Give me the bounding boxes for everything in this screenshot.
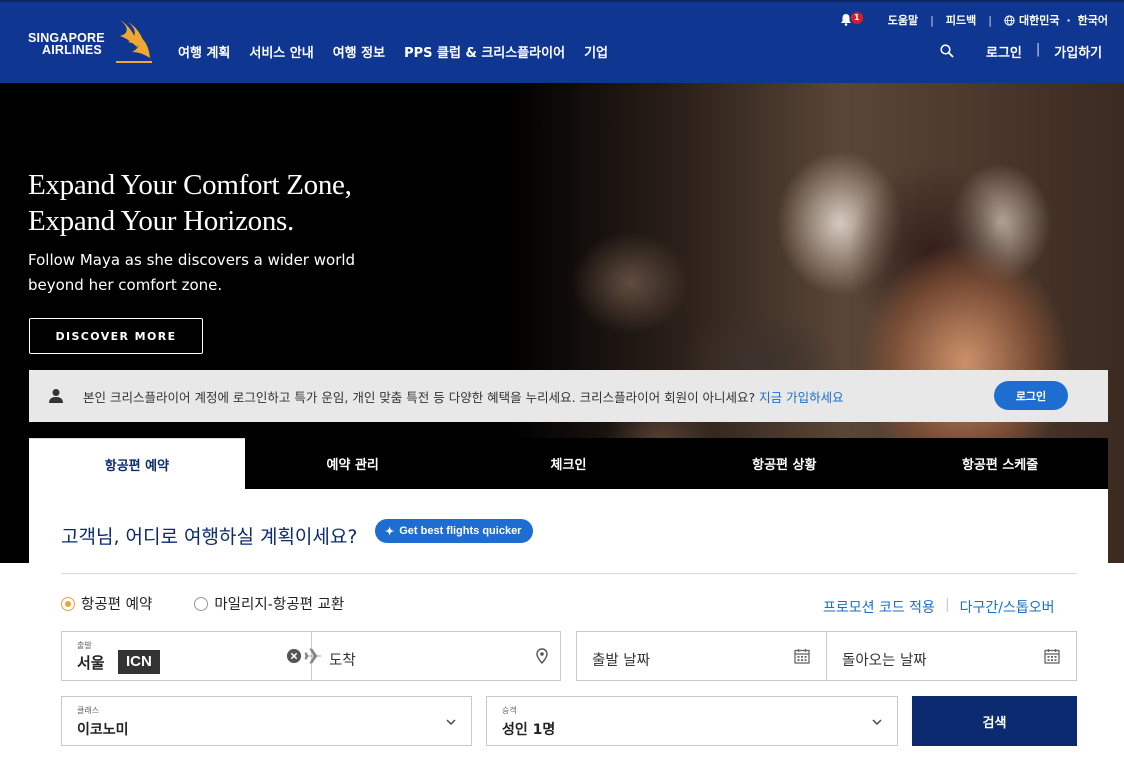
hero-title: Expand Your Comfort Zone, Expand Your Ho… xyxy=(28,167,448,239)
help-link[interactable]: 도움말 xyxy=(888,12,918,28)
destination-placeholder: 도착 xyxy=(329,653,356,669)
hero-subtitle-line1: Follow Maya as she discovers a wider wor… xyxy=(28,251,356,269)
booking-links: 프로모션 코드 적용 | 다구간/스톱오버 xyxy=(823,597,1055,617)
region-selector[interactable]: 대한민국 xyxy=(1019,12,1059,28)
nav-services[interactable]: 서비스 안내 xyxy=(249,42,313,61)
nav-travel-info[interactable]: 여행 정보 xyxy=(333,42,385,61)
user-icon xyxy=(49,389,63,403)
origin-airport-code: ICN xyxy=(118,650,160,674)
links-divider: | xyxy=(944,597,950,613)
chevron-down-icon xyxy=(872,719,882,725)
search-icon[interactable] xyxy=(940,44,954,58)
main-nav: 여행 계획 서비스 안내 여행 정보 PPS 클럽 & 크리스플라이어 기업 xyxy=(178,42,627,61)
booking-panel: 고객님, 어디로 여행하실 계획이세요? ✦ Get best flights … xyxy=(29,489,1108,759)
radio-redeem-miles-label[interactable]: 마일리지-항공편 교환 xyxy=(214,593,344,614)
util-divider: | xyxy=(930,13,934,27)
logo-wordmark: SINGAPORE AIRLINES xyxy=(28,32,105,57)
login-banner-text: 본인 크리스플라이어 계정에 로그인하고 특가 운임, 개인 맞춤 특전 등 다… xyxy=(83,387,844,406)
auth-divider: | xyxy=(1035,42,1041,57)
departure-date-field[interactable]: 출발 날짜 xyxy=(576,631,826,681)
kris-bird-icon xyxy=(116,20,152,63)
clear-origin-icon[interactable] xyxy=(287,649,301,663)
cabin-class-caption: 클래스 xyxy=(77,706,100,715)
region-dot: · xyxy=(1066,13,1071,27)
globe-icon xyxy=(1004,14,1015,26)
signup-now-link[interactable]: 지금 가입하세요 xyxy=(759,390,843,405)
multicity-link[interactable]: 다구간/스톱오버 xyxy=(960,597,1055,617)
logo-line2: AIRLINES xyxy=(42,43,102,57)
discover-more-button[interactable]: DISCOVER MORE xyxy=(29,318,203,354)
return-date-placeholder: 돌아오는 날짜 xyxy=(842,653,927,669)
passengers-value: 성인 1명 xyxy=(502,722,556,738)
chevron-down-icon xyxy=(446,719,456,725)
origin-caption: 출발 xyxy=(77,641,92,650)
site-header: SINGAPORE AIRLINES 여행 계획 서비스 안내 여행 정보 PP… xyxy=(0,0,1124,83)
tab-manage-booking[interactable]: 예약 관리 xyxy=(245,438,461,489)
get-best-flights-button[interactable]: ✦ Get best flights quicker xyxy=(375,519,534,543)
passengers-select[interactable]: 승객 성인 1명 xyxy=(486,696,898,746)
plane-icon xyxy=(304,648,321,664)
return-date-field[interactable]: 돌아오는 날짜 xyxy=(826,631,1077,681)
tab-flight-status[interactable]: 항공편 상황 xyxy=(676,438,892,489)
tab-book-flight[interactable]: 항공편 예약 xyxy=(29,438,245,489)
krisflyer-login-banner: 본인 크리스플라이어 계정에 로그인하고 특가 운임, 개인 맞춤 특전 등 다… xyxy=(29,370,1108,422)
booking-tabs: 항공편 예약 예약 관리 체크인 항공편 상황 항공편 스케줄 xyxy=(29,438,1108,489)
language-selector[interactable]: 한국어 xyxy=(1078,12,1108,28)
singapore-airlines-logo[interactable]: SINGAPORE AIRLINES xyxy=(28,18,158,68)
hero-title-line2: Expand Your Horizons. xyxy=(28,205,294,237)
promo-code-link[interactable]: 프로모션 코드 적용 xyxy=(823,597,935,617)
util-divider: | xyxy=(988,13,992,27)
booking-type-radios: 항공편 예약 마일리지-항공편 교환 xyxy=(61,593,386,614)
origin-field[interactable]: 출발 서울 ICN xyxy=(61,631,311,681)
radio-book-flight[interactable] xyxy=(61,596,75,611)
nav-corporate[interactable]: 기업 xyxy=(584,42,608,61)
radio-redeem-miles[interactable] xyxy=(194,596,209,611)
passengers-caption: 승객 xyxy=(502,706,517,715)
hero-subtitle: Follow Maya as she discovers a wider wor… xyxy=(28,248,408,298)
notification-badge: 1 xyxy=(850,12,863,24)
header-login-link[interactable]: 로그인 xyxy=(986,42,1022,61)
auth-links: 로그인 | 가입하기 xyxy=(986,42,1102,61)
destination-field[interactable]: 도착 xyxy=(304,631,561,681)
location-pin-icon xyxy=(536,648,548,664)
search-flights-button[interactable]: 검색 xyxy=(912,696,1077,746)
bell-icon xyxy=(840,14,851,26)
hero-subtitle-line2: beyond her comfort zone. xyxy=(28,276,223,294)
cabin-class-value: 이코노미 xyxy=(77,722,129,738)
cabin-class-select[interactable]: 클래스 이코노미 xyxy=(61,696,472,746)
booking-question: 고객님, 어디로 여행하실 계획이세요? xyxy=(61,526,358,548)
radio-book-flight-label[interactable]: 항공편 예약 xyxy=(81,593,152,614)
header-signup-link[interactable]: 가입하기 xyxy=(1054,42,1102,61)
banner-login-button[interactable]: 로그인 xyxy=(994,381,1068,410)
tab-check-in[interactable]: 체크인 xyxy=(461,438,677,489)
feedback-link[interactable]: 피드백 xyxy=(946,12,976,28)
departure-date-placeholder: 출발 날짜 xyxy=(592,653,650,669)
nav-krisflyer[interactable]: PPS 클럽 & 크리스플라이어 xyxy=(404,42,565,61)
panel-divider xyxy=(61,573,1077,574)
nav-plan-travel[interactable]: 여행 계획 xyxy=(178,42,230,61)
tab-flight-schedule[interactable]: 항공편 스케줄 xyxy=(892,438,1108,489)
calendar-icon xyxy=(794,649,810,664)
utility-bar: 1 도움말 | 피드백 | 대한민국 · 한국어 xyxy=(840,12,1108,28)
notification-bell[interactable]: 1 xyxy=(840,12,863,27)
origin-city: 서울 xyxy=(77,654,105,672)
hero-title-line1: Expand Your Comfort Zone, xyxy=(28,169,352,201)
login-banner-message: 본인 크리스플라이어 계정에 로그인하고 특가 운임, 개인 맞춤 특전 등 다… xyxy=(83,390,756,405)
ai-pill-label: Get best flights quicker xyxy=(399,525,522,537)
sparkle-icon: ✦ xyxy=(385,525,395,538)
calendar-icon xyxy=(1044,649,1060,664)
